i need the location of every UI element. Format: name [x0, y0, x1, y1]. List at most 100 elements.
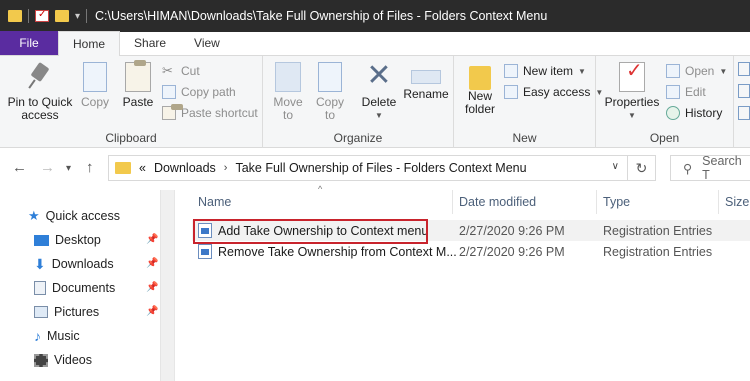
file-type: Registration Entries — [603, 223, 713, 238]
nav-label: Documents — [52, 281, 116, 295]
nav-item-music[interactable]: ♪ Music — [34, 326, 80, 346]
easy-access-icon — [504, 85, 518, 99]
properties-icon[interactable] — [35, 9, 49, 22]
select-all-icon[interactable] — [738, 62, 750, 76]
clipboard-group-label: Clipboard — [105, 131, 157, 145]
up-arrow-icon[interactable]: ↑ — [86, 159, 94, 176]
refresh-icon: ↻ — [635, 159, 648, 176]
open-button[interactable]: Open ▼ — [666, 61, 727, 81]
tab-view[interactable]: View — [180, 31, 234, 55]
new-folder-button[interactable]: New folder — [462, 62, 498, 116]
pin-to-quick-access-button[interactable]: Pin to Quick access — [6, 62, 74, 122]
quick-access-toolbar: ▾ — [8, 9, 88, 23]
file-name[interactable]: Remove Take Ownership from Context M... — [218, 245, 457, 259]
chevron-down-icon: ▼ — [719, 66, 728, 76]
file-date: 2/27/2020 9:26 PM — [459, 223, 565, 238]
breadcrumb-downloads[interactable]: Downloads — [154, 161, 216, 175]
edit-icon — [666, 85, 680, 99]
edit-button[interactable]: Edit — [666, 82, 706, 102]
breadcrumb-overflow[interactable]: « — [139, 161, 146, 175]
nav-item-quick-access[interactable]: ★ Quick access — [28, 206, 120, 226]
address-bar[interactable]: « Downloads › Take Full Ownership of Fil… — [108, 155, 628, 181]
nav-label: Downloads — [51, 257, 114, 271]
navigation-pane: ★ Quick access Desktop 📌 ⬇ Downloads 📌 D… — [0, 190, 161, 381]
open-group: Properties ▼ Open ▼ Edit History Open — [596, 56, 734, 148]
tab-share[interactable]: Share — [120, 31, 180, 55]
chevron-down-icon: ▼ — [578, 66, 586, 76]
tab-file[interactable]: File — [0, 31, 58, 55]
refresh-button[interactable]: ↻ — [628, 155, 656, 181]
new-item-button[interactable]: New item ▼ — [504, 61, 586, 81]
open-label: Open — [685, 64, 715, 78]
copy-button[interactable]: Copy — [78, 62, 112, 109]
pin-icon[interactable]: 📌 — [146, 234, 158, 245]
copy-path-button[interactable]: Copy path — [162, 82, 236, 102]
recent-locations-chevron-icon[interactable]: ▾ — [66, 163, 71, 174]
cut-button[interactable]: ✂ Cut — [162, 61, 200, 81]
column-header-name[interactable]: Name — [192, 190, 453, 214]
nav-item-videos[interactable]: Videos — [34, 350, 92, 370]
chevron-down-icon[interactable]: ∨ — [612, 161, 619, 172]
easy-access-label: Easy access — [523, 85, 591, 99]
nav-item-downloads[interactable]: ⬇ Downloads — [34, 254, 114, 274]
delete-button[interactable]: ✕ Delete ▼ — [359, 59, 399, 122]
properties-label: Properties — [604, 95, 660, 109]
nav-label: Videos — [54, 353, 92, 367]
nav-label: Quick access — [45, 209, 120, 223]
delete-label: Delete — [361, 95, 397, 109]
nav-item-pictures[interactable]: Pictures — [34, 302, 99, 322]
copy-to-button[interactable]: Copy to — [313, 62, 347, 122]
column-header-date-modified[interactable]: Date modified — [453, 190, 597, 214]
back-arrow-icon[interactable]: ← — [12, 159, 27, 176]
pin-icon[interactable]: 📌 — [146, 282, 158, 293]
file-date: 2/27/2020 9:26 PM — [459, 244, 565, 259]
history-button[interactable]: History — [666, 103, 722, 123]
column-header-size[interactable]: Size — [719, 190, 750, 214]
pin-label-line2: access — [21, 108, 59, 122]
rename-icon — [411, 70, 441, 84]
file-type: Registration Entries — [603, 244, 713, 259]
invert-selection-icon[interactable] — [738, 106, 750, 120]
chevron-right-icon[interactable]: › — [224, 162, 228, 174]
desktop-icon — [34, 234, 49, 246]
copy-to-icon — [318, 62, 342, 92]
delete-icon: ✕ — [366, 59, 392, 92]
easy-access-button[interactable]: Easy access ▼ — [504, 82, 603, 102]
navigation-pane-scrollbar[interactable] — [161, 190, 175, 381]
new-folder-icon[interactable] — [55, 10, 69, 22]
select-none-icon[interactable] — [738, 84, 750, 98]
copy-label: Copy — [80, 95, 109, 109]
ribbon-tabs: File Home Share View — [0, 31, 750, 56]
clipboard-icon — [125, 60, 151, 92]
chevron-down-icon[interactable]: ▾ — [75, 11, 80, 22]
move-to-icon — [275, 62, 301, 92]
nav-label: Music — [47, 329, 80, 343]
move-to-button[interactable]: Move to — [271, 62, 305, 122]
paste-label: Paste — [122, 95, 154, 109]
search-input[interactable]: ⚲ Search T — [670, 154, 750, 182]
forward-arrow-icon[interactable]: → — [40, 159, 55, 176]
history-icon — [666, 106, 680, 120]
folder-icon — [469, 66, 491, 90]
nav-item-desktop[interactable]: Desktop — [34, 230, 101, 250]
nav-item-documents[interactable]: Documents — [34, 278, 115, 298]
organize-group-label: Organize — [333, 131, 383, 145]
window-title: C:\Users\HIMAN\Downloads\Take Full Owner… — [95, 9, 548, 23]
copy-path-icon — [162, 85, 176, 99]
rename-button[interactable]: Rename — [403, 62, 449, 101]
nav-label: Pictures — [54, 305, 100, 319]
clipboard-group: Pin to Quick access Copy Paste ✂ Cut Cop… — [0, 56, 263, 148]
breadcrumb-current-folder[interactable]: Take Full Ownership of Files - Folders C… — [235, 161, 526, 175]
folder-icon — [115, 162, 131, 174]
properties-button[interactable]: Properties ▼ — [602, 62, 662, 122]
paste-shortcut-button[interactable]: Paste shortcut — [162, 103, 258, 123]
paste-button[interactable]: Paste — [118, 60, 158, 109]
music-icon: ♪ — [34, 328, 41, 344]
cut-label: Cut — [181, 64, 200, 78]
pin-icon[interactable]: 📌 — [146, 258, 158, 269]
column-header-type[interactable]: Type — [597, 190, 719, 214]
properties-icon — [619, 62, 645, 92]
tab-home[interactable]: Home — [58, 31, 121, 56]
pin-icon[interactable]: 📌 — [146, 306, 158, 317]
table-row[interactable]: Remove Take Ownership from Context M... … — [192, 241, 750, 262]
